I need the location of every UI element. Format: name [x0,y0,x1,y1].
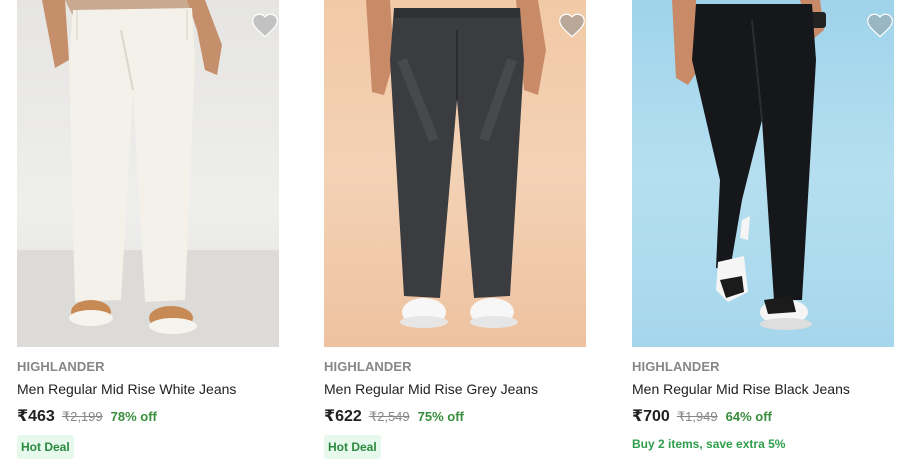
product-grid: HIGHLANDER Men Regular Mid Rise White Je… [0,0,904,459]
price-row: ₹622 ₹2,549 75% off [324,406,586,426]
product-image[interactable] [17,0,279,347]
price-row: ₹700 ₹1,949 64% off [632,406,894,426]
selling-price: ₹700 [632,408,670,425]
heart-icon [252,13,278,38]
hot-deal-badge: Hot Deal [324,435,381,459]
product-card-black-jeans[interactable]: HIGHLANDER Men Regular Mid Rise Black Je… [632,0,894,451]
selling-price: ₹622 [324,408,362,425]
product-photo-black-jeans [672,0,826,330]
hot-deal-badge: Hot Deal [17,435,74,459]
heart-icon [867,13,893,38]
product-title[interactable]: Men Regular Mid Rise Black Jeans [632,380,894,398]
wishlist-button[interactable] [558,12,586,38]
product-card-white-jeans[interactable]: HIGHLANDER Men Regular Mid Rise White Je… [17,0,279,459]
brand-name: HIGHLANDER [17,359,105,374]
product-title[interactable]: Men Regular Mid Rise Grey Jeans [324,380,586,398]
heart-icon [559,13,585,38]
product-image[interactable] [632,0,894,347]
brand-name: HIGHLANDER [324,359,412,374]
original-price: ₹1,949 [676,409,718,424]
original-price: ₹2,549 [368,409,410,424]
discount-percent: 75% off [417,409,464,424]
product-image[interactable] [324,0,586,347]
product-title[interactable]: Men Regular Mid Rise White Jeans [17,380,279,398]
wishlist-button[interactable] [866,12,894,38]
original-price: ₹2,199 [61,409,103,424]
product-photo-white-jeans [17,0,279,347]
wishlist-button[interactable] [251,12,279,38]
product-card-grey-jeans[interactable]: HIGHLANDER Men Regular Mid Rise Grey Jea… [324,0,586,459]
product-photo-grey-jeans [366,0,546,328]
bundle-offer-text: Buy 2 items, save extra 5% [632,437,786,451]
price-row: ₹463 ₹2,199 78% off [17,406,279,426]
brand-name: HIGHLANDER [632,359,720,374]
discount-percent: 64% off [725,409,772,424]
discount-percent: 78% off [110,409,157,424]
selling-price: ₹463 [17,408,55,425]
